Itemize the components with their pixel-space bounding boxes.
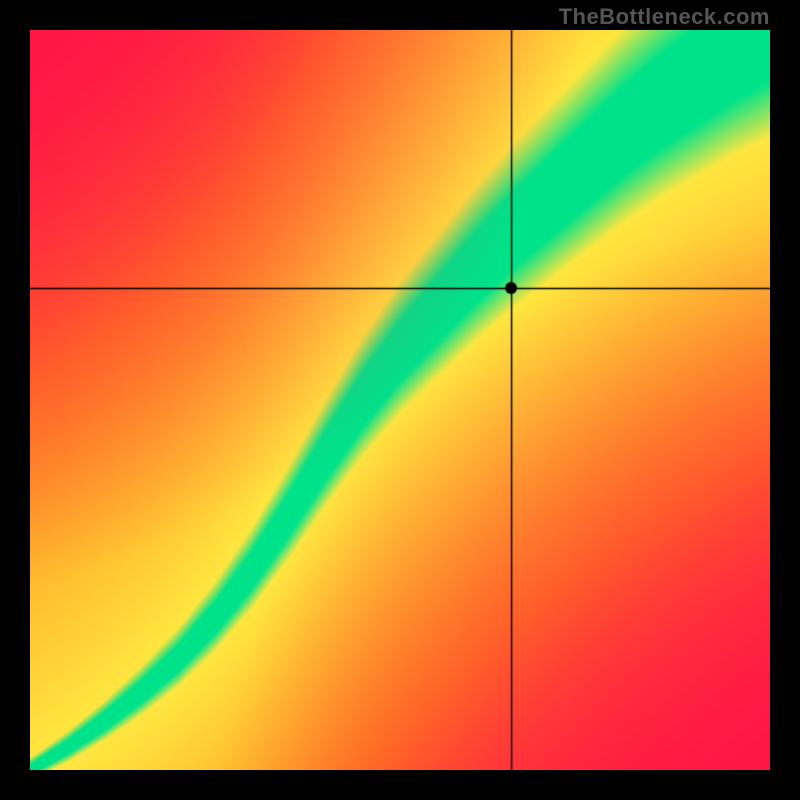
bottleneck-heatmap: [30, 30, 770, 770]
chart-frame: TheBottleneck.com: [0, 0, 800, 800]
watermark: TheBottleneck.com: [559, 4, 770, 30]
